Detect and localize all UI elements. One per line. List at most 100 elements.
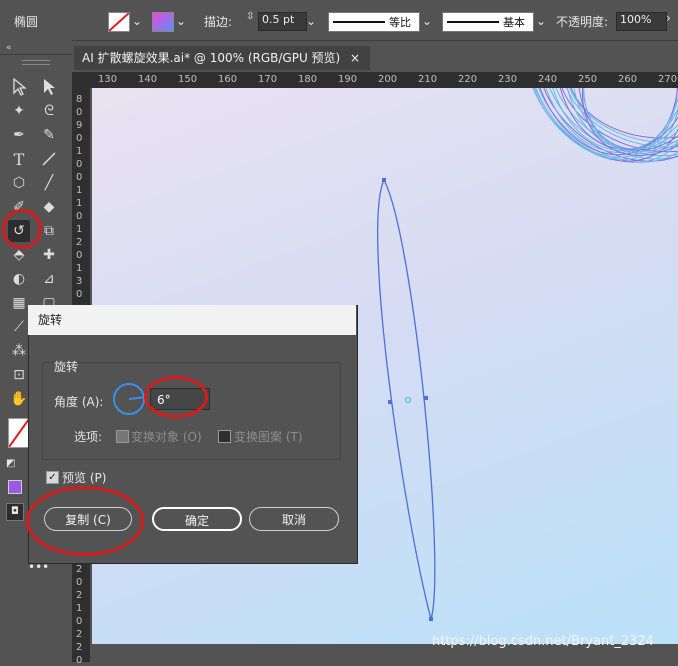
stroke-swatch[interactable] bbox=[152, 12, 174, 32]
ruler-tick-label: 160 bbox=[218, 74, 238, 85]
annotation-circle bbox=[26, 486, 144, 556]
symbol-sprayer-tool-icon[interactable]: ⁂ bbox=[8, 340, 30, 362]
annotation-circle bbox=[2, 209, 42, 249]
ruler-tick-label: 8 bbox=[76, 94, 83, 105]
mesh-tool-icon[interactable]: ▦ bbox=[8, 292, 30, 314]
dialog-title: 旋转 bbox=[28, 305, 356, 335]
ruler-tick-label: 2 bbox=[76, 564, 83, 575]
shape-tool-icon[interactable]: ⬡ bbox=[8, 172, 30, 194]
ruler-tick-label: 2 bbox=[76, 590, 83, 601]
ruler-tick-label: 230 bbox=[498, 74, 518, 85]
ruler-tick-label: 150 bbox=[178, 74, 198, 85]
ruler-tick-label: 0 bbox=[76, 577, 83, 588]
ruler-tick-label: 1 bbox=[76, 263, 83, 274]
selection-tool-icon[interactable] bbox=[8, 76, 30, 98]
annotation-circle bbox=[144, 376, 208, 418]
type-tool-icon[interactable]: T bbox=[8, 148, 30, 170]
artboard-tool-icon[interactable]: ⊡ bbox=[8, 364, 30, 386]
ruler-tick-label: 210 bbox=[418, 74, 438, 85]
spiral-artwork bbox=[524, 88, 678, 163]
ruler-tick-label: 0 bbox=[76, 107, 83, 118]
ruler-tick-label: 1 bbox=[76, 146, 83, 157]
ruler-tick-label: 240 bbox=[538, 74, 558, 85]
options-label: 选项: bbox=[74, 430, 103, 444]
ruler-tick-label: 1 bbox=[76, 224, 83, 235]
ruler-tick-label: 0 bbox=[76, 211, 83, 222]
ruler-tick-label: 200 bbox=[378, 74, 398, 85]
ruler-tick-label: 0 bbox=[76, 133, 83, 144]
ruler-tick-label: 270 bbox=[658, 74, 678, 85]
ruler-tick-label: 220 bbox=[458, 74, 478, 85]
default-colors-icon[interactable]: ◩ bbox=[6, 458, 15, 469]
eraser-tool-icon[interactable]: ◆ bbox=[38, 196, 60, 218]
chevron-down-icon[interactable]: ⌄ bbox=[176, 14, 186, 28]
cancel-button[interactable]: 取消 bbox=[249, 507, 339, 531]
variable-width-profile[interactable]: 等比 bbox=[328, 12, 420, 32]
ok-button[interactable]: 确定 bbox=[152, 507, 242, 531]
group-label: 旋转 bbox=[54, 360, 79, 374]
document-tab[interactable]: AI 扩散螺旋效果.ai* @ 100% (RGB/GPU 预览) × bbox=[74, 46, 370, 70]
fill-color-icon[interactable] bbox=[8, 418, 30, 448]
direct-selection-tool-icon[interactable] bbox=[38, 76, 60, 98]
ruler-tick-label: 2 bbox=[76, 629, 83, 640]
panel-grip[interactable] bbox=[22, 60, 50, 65]
ruler-tick-label: 9 bbox=[76, 120, 83, 131]
ruler-tick-label: 180 bbox=[298, 74, 318, 85]
ruler-tick-label: 1 bbox=[76, 198, 83, 209]
transform-objects-checkbox[interactable] bbox=[116, 430, 129, 443]
paintbrush-tool-icon[interactable]: ╱ bbox=[38, 172, 60, 194]
chevron-down-icon[interactable]: ⌄ bbox=[536, 14, 546, 28]
ruler-tick-label: 0 bbox=[76, 289, 83, 300]
transform-patterns-label: 变换图案 (T) bbox=[234, 430, 303, 444]
line-segment-tool-icon[interactable] bbox=[38, 148, 60, 170]
chevron-down-icon[interactable]: ⌄ bbox=[132, 14, 142, 28]
curvature-tool-icon[interactable]: ✎ bbox=[38, 124, 60, 146]
opacity-label: 不透明度: bbox=[556, 15, 609, 29]
eyedropper-tool-icon[interactable]: ⟋ bbox=[8, 316, 30, 338]
stepper-icon[interactable]: ⇳ bbox=[246, 11, 254, 22]
ruler-tick-label: 0 bbox=[76, 250, 83, 261]
ruler-tick-label: 170 bbox=[258, 74, 278, 85]
ruler-origin[interactable] bbox=[72, 72, 92, 88]
ruler-tick-label: 1 bbox=[76, 185, 83, 196]
ruler-tick-label: 250 bbox=[578, 74, 598, 85]
ruler-tick-label: 260 bbox=[618, 74, 638, 85]
preview-label: 预览 (P) bbox=[62, 471, 107, 485]
magic-wand-tool-icon[interactable]: ✦ bbox=[8, 100, 30, 122]
lasso-tool-icon[interactable]: ᘓ bbox=[38, 100, 60, 122]
color-mode-icon[interactable] bbox=[8, 480, 22, 494]
ellipse-path[interactable] bbox=[377, 178, 436, 622]
drawing-mode-icon[interactable]: ◘ bbox=[6, 503, 24, 521]
chevron-down-icon[interactable]: ⌄ bbox=[422, 14, 432, 28]
ruler-tick-label: 0 bbox=[76, 172, 83, 183]
perspective-grid-tool-icon[interactable]: ⊿ bbox=[38, 268, 60, 290]
preview-checkbox[interactable]: ✓ bbox=[46, 471, 59, 484]
puppet-warp-tool-icon[interactable]: ✚ bbox=[38, 244, 60, 266]
ruler-tick-label: 3 bbox=[76, 276, 83, 287]
stroke-label: 描边: bbox=[204, 15, 233, 29]
control-bar: 椭圆 ⌄ ⌄ 描边: ⇳ 0.5 pt ⌄ 等比 ⌄ 基本 ⌄ 不透明度: 10… bbox=[0, 0, 678, 41]
chevron-down-icon[interactable]: ⌄ bbox=[306, 14, 316, 28]
ruler-tick-label: 0 bbox=[76, 655, 83, 666]
hand-tool-icon[interactable]: ✋ bbox=[8, 388, 30, 410]
collapse-panel-icon[interactable]: « bbox=[6, 43, 12, 53]
horizontal-ruler[interactable]: 130 140 150 160 170 180 190 200 210 220 230 240 250 2… bbox=[92, 72, 678, 88]
pen-tool-icon[interactable]: ✒ bbox=[8, 124, 30, 146]
angle-dial[interactable] bbox=[113, 383, 145, 415]
close-icon[interactable]: × bbox=[350, 46, 360, 70]
ruler-tick-label: 0 bbox=[76, 159, 83, 170]
transform-patterns-checkbox[interactable] bbox=[218, 430, 231, 443]
ruler-tick-label: 1 bbox=[76, 603, 83, 614]
chevron-right-icon[interactable]: › bbox=[666, 11, 671, 25]
ruler-tick-label: 190 bbox=[338, 74, 358, 85]
ruler-tick-label: 0 bbox=[76, 616, 83, 627]
brush-definition[interactable]: 基本 bbox=[442, 12, 534, 32]
opacity-field[interactable]: 100% bbox=[616, 12, 667, 31]
ruler-tick-label: 2 bbox=[76, 237, 83, 248]
document-title: AI 扩散螺旋效果.ai* @ 100% (RGB/GPU 预览) bbox=[82, 51, 341, 65]
shape-builder-tool-icon[interactable]: ◐ bbox=[8, 268, 30, 290]
ruler-tick-label: 2 bbox=[76, 642, 83, 653]
fill-swatch[interactable] bbox=[108, 12, 130, 32]
watermark: https://blog.csdn.net/Bryant_2324 bbox=[432, 634, 654, 649]
stroke-weight-field[interactable]: 0.5 pt bbox=[258, 12, 307, 31]
